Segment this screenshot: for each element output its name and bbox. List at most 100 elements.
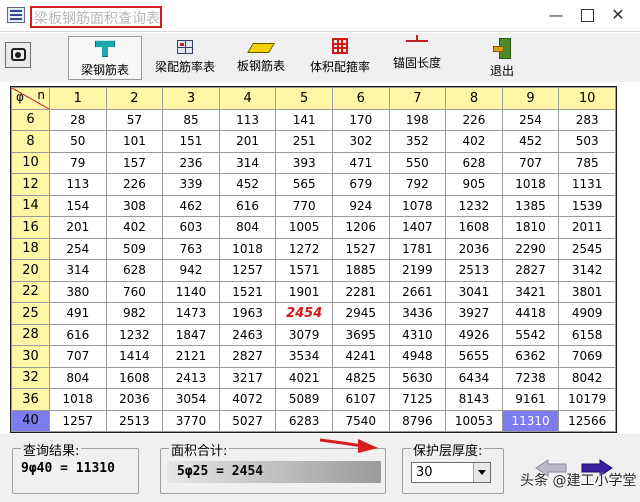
table-cell[interactable]: 942 xyxy=(162,259,220,282)
table-cell[interactable]: 314 xyxy=(49,259,107,282)
table-cell[interactable]: 1414 xyxy=(105,345,164,368)
table-cell[interactable]: 785 xyxy=(558,151,616,174)
table-cell[interactable]: 393 xyxy=(275,151,333,174)
table-cell[interactable]: 4926 xyxy=(445,323,503,346)
table-cell[interactable]: 236 xyxy=(162,151,220,174)
table-cell[interactable]: 3695 xyxy=(331,323,390,346)
table-cell[interactable]: 2513 xyxy=(445,259,503,282)
row-header[interactable]: 16 xyxy=(11,216,50,239)
table-cell[interactable]: 1206 xyxy=(331,216,390,239)
table-cell[interactable]: 85 xyxy=(162,108,220,131)
maximize-icon[interactable] xyxy=(574,4,600,26)
column-header[interactable]: 7 xyxy=(388,87,447,110)
table-cell[interactable]: 1272 xyxy=(275,237,333,260)
table-cell[interactable]: 503 xyxy=(558,130,616,153)
table-cell[interactable]: 6107 xyxy=(331,388,390,411)
slab-rebar-table-button[interactable]: 板钢筋表 xyxy=(228,36,294,80)
table-cell[interactable]: 2036 xyxy=(445,237,503,260)
row-header[interactable]: 12 xyxy=(11,173,50,196)
table-cell[interactable]: 7125 xyxy=(388,388,447,411)
table-cell[interactable]: 2661 xyxy=(388,280,447,303)
table-cell[interactable]: 4909 xyxy=(558,302,616,325)
row-header[interactable]: 40 xyxy=(11,409,50,432)
row-header[interactable]: 20 xyxy=(11,259,50,282)
table-cell[interactable]: 5542 xyxy=(501,323,560,346)
row-header[interactable]: 32 xyxy=(11,366,50,389)
table-cell[interactable]: 4021 xyxy=(275,366,333,389)
column-header[interactable]: 9 xyxy=(501,87,560,110)
table-cell[interactable]: 302 xyxy=(331,130,390,153)
table-cell[interactable]: 4310 xyxy=(388,323,447,346)
table-cell[interactable]: 2011 xyxy=(558,216,616,239)
table-cell[interactable]: 2945 xyxy=(331,302,390,325)
table-cell[interactable]: 2463 xyxy=(218,323,277,346)
table-cell[interactable]: 11310 xyxy=(501,409,560,432)
table-cell[interactable]: 707 xyxy=(501,151,560,174)
table-cell[interactable]: 1131 xyxy=(558,173,616,196)
table-cell[interactable]: 2036 xyxy=(105,388,164,411)
table-cell[interactable]: 6362 xyxy=(501,345,560,368)
table-cell[interactable]: 4072 xyxy=(218,388,277,411)
table-cell[interactable]: 1407 xyxy=(388,216,447,239)
table-cell[interactable]: 2121 xyxy=(162,345,220,368)
table-cell[interactable]: 4948 xyxy=(388,345,447,368)
row-header[interactable]: 36 xyxy=(11,388,50,411)
table-cell[interactable]: 616 xyxy=(218,194,277,217)
table-cell[interactable]: 1963 xyxy=(218,302,277,325)
table-cell[interactable]: 50 xyxy=(49,130,107,153)
table-cell[interactable]: 1571 xyxy=(275,259,333,282)
table-cell[interactable]: 28 xyxy=(49,108,107,131)
beam-ratio-table-button[interactable]: 梁配筋率表 xyxy=(146,36,224,80)
table-cell[interactable]: 1078 xyxy=(388,194,447,217)
table-cell[interactable]: 1473 xyxy=(162,302,220,325)
column-header[interactable]: 5 xyxy=(275,87,333,110)
table-cell[interactable]: 1140 xyxy=(162,280,220,303)
table-cell[interactable]: 10053 xyxy=(445,409,503,432)
beam-rebar-table-button[interactable]: 梁钢筋表 xyxy=(68,36,142,80)
table-cell[interactable]: 2454 xyxy=(275,302,333,325)
table-cell[interactable]: 1385 xyxy=(501,194,560,217)
table-cell[interactable]: 254 xyxy=(501,108,560,131)
table-cell[interactable]: 760 xyxy=(105,280,164,303)
table-cell[interactable]: 3079 xyxy=(275,323,333,346)
table-cell[interactable]: 402 xyxy=(445,130,503,153)
table-cell[interactable]: 8796 xyxy=(388,409,447,432)
table-cell[interactable]: 101 xyxy=(105,130,164,153)
table-cell[interactable]: 2827 xyxy=(218,345,277,368)
table-cell[interactable]: 1608 xyxy=(445,216,503,239)
table-cell[interactable]: 201 xyxy=(49,216,107,239)
table-cell[interactable]: 1847 xyxy=(162,323,220,346)
table-cell[interactable]: 1018 xyxy=(501,173,560,196)
table-cell[interactable]: 283 xyxy=(558,108,616,131)
row-header[interactable]: 14 xyxy=(11,194,50,217)
table-cell[interactable]: 3927 xyxy=(445,302,503,325)
table-cell[interactable]: 3041 xyxy=(445,280,503,303)
table-cell[interactable]: 3801 xyxy=(558,280,616,303)
table-cell[interactable]: 113 xyxy=(49,173,107,196)
table-cell[interactable]: 2413 xyxy=(162,366,220,389)
table-cell[interactable]: 452 xyxy=(218,173,277,196)
table-cell[interactable]: 141 xyxy=(275,108,333,131)
table-cell[interactable]: 12566 xyxy=(558,409,616,432)
anchorage-length-button[interactable]: 锚固长度 xyxy=(384,35,450,80)
exit-button[interactable]: 退出 xyxy=(480,36,524,80)
table-cell[interactable]: 6283 xyxy=(275,409,333,432)
table-cell[interactable]: 628 xyxy=(445,151,503,174)
chevron-down-icon[interactable] xyxy=(473,463,490,482)
table-cell[interactable]: 79 xyxy=(49,151,107,174)
table-cell[interactable]: 308 xyxy=(105,194,164,217)
table-cell[interactable]: 616 xyxy=(49,323,107,346)
table-cell[interactable]: 2199 xyxy=(388,259,447,282)
table-cell[interactable]: 380 xyxy=(49,280,107,303)
table-cell[interactable]: 905 xyxy=(445,173,503,196)
table-cell[interactable]: 491 xyxy=(49,302,107,325)
table-cell[interactable]: 707 xyxy=(49,345,107,368)
table-cell[interactable]: 1232 xyxy=(105,323,164,346)
table-cell[interactable]: 4825 xyxy=(331,366,390,389)
table-cell[interactable]: 4418 xyxy=(501,302,560,325)
table-cell[interactable]: 154 xyxy=(49,194,107,217)
table-cell[interactable]: 254 xyxy=(49,237,107,260)
table-cell[interactable]: 804 xyxy=(218,216,277,239)
table-cell[interactable]: 2513 xyxy=(105,409,164,432)
column-header[interactable]: 2 xyxy=(105,87,164,110)
